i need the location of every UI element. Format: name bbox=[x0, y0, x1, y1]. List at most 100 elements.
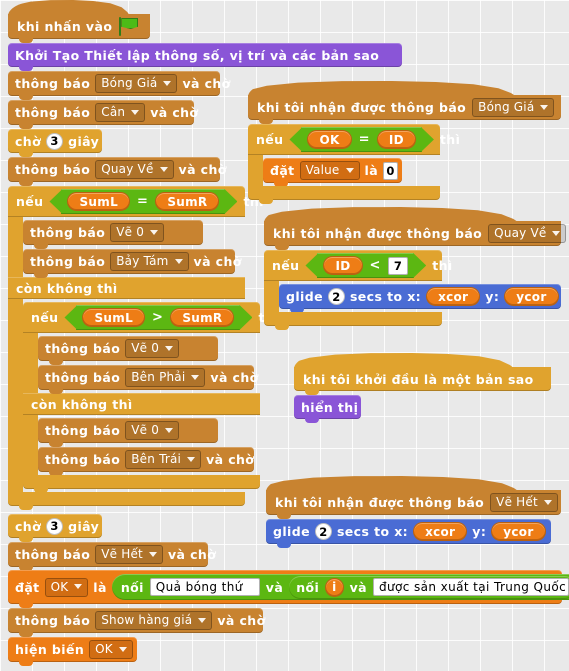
broadcast-post: và chờ bbox=[178, 162, 227, 177]
condition-equals-suml-sumr[interactable]: SumL = SumR bbox=[49, 189, 238, 214]
glide-to-xy[interactable]: glide 2 secs to x: xcor y: ycor bbox=[266, 519, 551, 548]
variable-id[interactable]: ID bbox=[323, 256, 363, 275]
broadcast-post: và chờ bbox=[206, 452, 255, 467]
dropdown-value: Bóng Giá bbox=[101, 76, 158, 90]
wait-seconds-input[interactable]: 3 bbox=[46, 517, 64, 535]
operator-equals[interactable]: OK = ID bbox=[289, 127, 434, 152]
custom-block-khoi-tao[interactable]: Khởi Tạo Thiết lập thông số, vị trí và c… bbox=[8, 43, 402, 71]
broadcast-quay-ve[interactable]: thông báo Quay Về và chờ bbox=[8, 157, 226, 186]
broadcast-dropdown[interactable]: Vẽ 0 bbox=[110, 223, 165, 242]
if-inner-header[interactable]: nếu SumL > SumR thì bbox=[23, 302, 278, 333]
broadcast-dropdown[interactable]: Vẽ 0 bbox=[125, 421, 180, 440]
script-on-clone[interactable]: khi tôi khởi đầu là một bản sao hiển thị bbox=[294, 353, 551, 423]
wait-seconds-2[interactable]: chờ 3 giây bbox=[8, 514, 102, 542]
glide-secs-input[interactable]: 2 bbox=[327, 288, 345, 305]
hat-when-receive-quay-ve[interactable]: khi tôi nhận được thông báo Quay Về bbox=[264, 207, 567, 250]
condition-id-less-than[interactable]: ID < 7 bbox=[305, 253, 427, 278]
broadcast-can[interactable]: thông báo Cân và chờ bbox=[8, 100, 198, 129]
hat-when-receive-bong-gia[interactable]: khi tôi nhận được thông báo Bóng Giá bbox=[248, 81, 561, 124]
show-variable-ok[interactable]: hiện biến OK bbox=[8, 637, 137, 666]
script-on-bong-gia[interactable]: khi tôi nhận được thông báo Bóng Giá nếu… bbox=[248, 81, 561, 204]
if-header[interactable]: nếu OK = ID thì bbox=[248, 124, 460, 155]
set-variable-dropdown[interactable]: OK bbox=[44, 577, 89, 597]
join-text-input-2[interactable]: được sản xuất tại Trung Quốc bbox=[372, 578, 569, 596]
broadcast-dropdown[interactable]: Vẽ Hết bbox=[95, 545, 163, 564]
variable-id[interactable]: ID bbox=[376, 130, 416, 149]
if-outer-header[interactable]: nếu SumL = SumR thì bbox=[8, 186, 263, 217]
broadcast-dropdown[interactable]: Show hàng giá bbox=[95, 611, 213, 630]
variable-xcor[interactable]: xcor bbox=[413, 522, 468, 541]
broadcast-post: và chờ bbox=[217, 613, 266, 628]
variable-ycor[interactable]: ycor bbox=[491, 522, 546, 541]
broadcast-dropdown[interactable]: Bóng Giá bbox=[472, 98, 555, 117]
hat-label: khi tôi khởi đầu là một bản sao bbox=[303, 371, 534, 387]
show-variable-dropdown[interactable]: OK bbox=[89, 640, 133, 659]
operand-input[interactable]: 7 bbox=[387, 256, 409, 275]
condition-greater-suml-sumr[interactable]: SumL > SumR bbox=[64, 305, 253, 330]
variable-ycor[interactable]: ycor bbox=[504, 287, 559, 306]
if-else-inner[interactable]: nếu SumL > SumR thì bbox=[23, 302, 278, 493]
set-variable-value[interactable]: đặt Value là 0 bbox=[263, 158, 402, 187]
broadcast-dropdown[interactable]: Vẽ 0 bbox=[125, 339, 180, 358]
broadcast-dropdown[interactable]: Bên Phải bbox=[125, 368, 206, 387]
variable-ok[interactable]: OK bbox=[307, 130, 352, 149]
operator-equals[interactable]: SumL = SumR bbox=[49, 189, 238, 214]
broadcast-dropdown[interactable]: Quay Về bbox=[488, 224, 567, 243]
script-on-quay-ve[interactable]: khi tôi nhận được thông báo Quay Về nếu … bbox=[264, 207, 567, 330]
broadcast-ben-phai[interactable]: thông báo Bên Phải và chờ bbox=[38, 365, 258, 394]
join-and: và bbox=[265, 579, 284, 595]
if-ok-equals-id[interactable]: nếu OK = ID thì đặt Value là 0 bbox=[248, 124, 561, 204]
variable-suml[interactable]: SumL bbox=[67, 192, 131, 211]
operator-symbol: > bbox=[152, 310, 164, 325]
operator-less-than[interactable]: ID < 7 bbox=[305, 253, 427, 278]
set-value-input[interactable]: 0 bbox=[383, 161, 399, 180]
set-pre: đặt bbox=[15, 579, 40, 595]
if-pre: nếu bbox=[16, 194, 44, 209]
hat-when-flag-clicked[interactable]: khi nhấn vào bbox=[8, 0, 150, 43]
set-variable-ok[interactable]: đặt OK là nối Quả bóng thứ và nối i và đ… bbox=[8, 570, 569, 608]
broadcast-bong-gia[interactable]: thông báo Bóng Giá và chờ bbox=[8, 71, 230, 100]
broadcast-dropdown[interactable]: Bóng Giá bbox=[95, 74, 178, 93]
variable-suml[interactable]: SumL bbox=[82, 308, 146, 327]
broadcast-dropdown[interactable]: Bên Trái bbox=[125, 450, 202, 469]
broadcast-bay-tam[interactable]: thông báo Bảy Tám và chờ bbox=[23, 249, 241, 278]
broadcast-ve-0[interactable]: thông báo Vẽ 0 bbox=[38, 418, 218, 447]
variable-i[interactable]: i bbox=[325, 577, 344, 597]
condition-ok-equals-id[interactable]: OK = ID bbox=[289, 127, 434, 152]
broadcast-ben-trai[interactable]: thông báo Bên Trái và chờ bbox=[38, 447, 255, 476]
if-id-less-than-7[interactable]: nếu ID < 7 thì glide 2 secs to x: xcor y… bbox=[264, 250, 561, 330]
script-on-ve-het[interactable]: khi tôi nhận được thông báo Vẽ Hết glide… bbox=[266, 476, 561, 548]
hat-when-receive-ve-het[interactable]: khi tôi nhận được thông báo Vẽ Hết bbox=[266, 476, 561, 519]
wait-post: giây bbox=[68, 133, 100, 149]
operator-join-inner[interactable]: nối i và được sản xuất tại Trung Quốc bbox=[289, 575, 569, 599]
broadcast-ve-0[interactable]: thông báo Vẽ 0 bbox=[23, 220, 203, 249]
broadcast-dropdown[interactable]: Quay Về bbox=[95, 160, 174, 179]
chevron-down-icon bbox=[191, 374, 200, 380]
block-canvas[interactable]: khi nhấn vào Khởi Tạo Thiết lập thông số… bbox=[0, 0, 569, 671]
hat-cap bbox=[248, 81, 518, 97]
glide-to-xy[interactable]: glide 2 secs to x: xcor y: ycor bbox=[279, 284, 561, 313]
join-text-input-1[interactable]: Quả bóng thứ bbox=[149, 578, 260, 596]
if-pre: nếu bbox=[31, 310, 59, 325]
broadcast-ve-0[interactable]: thông báo Vẽ 0 bbox=[38, 336, 218, 365]
variable-sumr[interactable]: SumR bbox=[170, 308, 235, 327]
broadcast-pre: thông báo bbox=[45, 423, 121, 438]
if-header[interactable]: nếu ID < 7 thì bbox=[264, 250, 452, 281]
variable-xcor[interactable]: xcor bbox=[426, 287, 481, 306]
broadcast-show-hang-gia[interactable]: thông báo Show hàng giá và chờ bbox=[8, 608, 266, 637]
wait-seconds-1[interactable]: chờ 3 giây bbox=[8, 129, 102, 157]
wait-seconds-input[interactable]: 3 bbox=[46, 132, 64, 150]
hat-when-start-as-clone[interactable]: khi tôi khởi đầu là một bản sao bbox=[294, 353, 551, 395]
broadcast-dropdown[interactable]: Cân bbox=[95, 103, 146, 122]
broadcast-ve-het[interactable]: thông báo Vẽ Hết và chờ bbox=[8, 542, 216, 571]
broadcast-dropdown[interactable]: Vẽ Hết bbox=[490, 493, 558, 512]
operator-symbol: = bbox=[358, 132, 370, 147]
script-main-tail[interactable]: đặt OK là nối Quả bóng thứ và nối i và đ… bbox=[8, 570, 569, 666]
glide-secs-input[interactable]: 2 bbox=[314, 523, 332, 540]
show-block[interactable]: hiển thị bbox=[294, 395, 361, 423]
set-variable-dropdown[interactable]: Value bbox=[299, 161, 360, 180]
broadcast-dropdown[interactable]: Bảy Tám bbox=[110, 252, 189, 271]
variable-sumr[interactable]: SumR bbox=[155, 192, 220, 211]
operator-join-outer[interactable]: nối Quả bóng thứ và nối i và được sản xu… bbox=[111, 574, 569, 600]
operator-greater-than[interactable]: SumL > SumR bbox=[64, 305, 253, 330]
